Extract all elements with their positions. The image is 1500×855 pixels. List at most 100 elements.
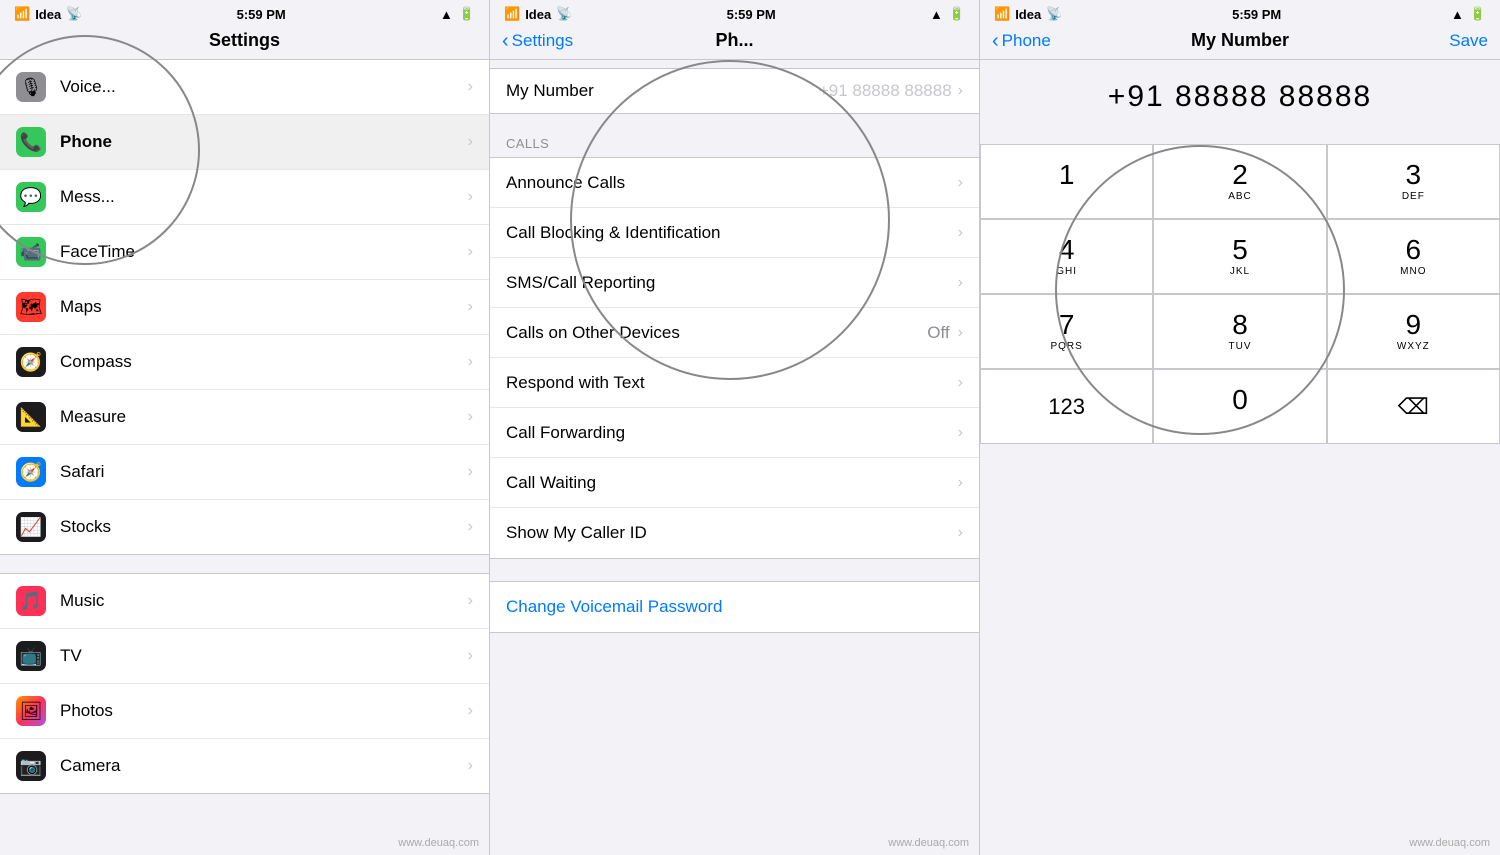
key-letters-3: DEF — [1402, 191, 1425, 203]
measure-chevron: › — [468, 408, 473, 426]
battery-icon-right: 🔋 — [1470, 6, 1486, 22]
settings-row-tv[interactable]: 📺 TV › — [0, 629, 489, 684]
maps-chevron: › — [468, 298, 473, 316]
safari-chevron: › — [468, 463, 473, 481]
nav-back-mid[interactable]: ‹ Settings — [502, 31, 573, 51]
photos-label: Photos — [60, 701, 468, 721]
call-forwarding-row[interactable]: Call Forwarding › — [490, 408, 979, 458]
calls-other-devices-row[interactable]: Calls on Other Devices Off › — [490, 308, 979, 358]
status-left: 📶 Idea 📡 — [14, 6, 82, 22]
phone-number-input[interactable] — [980, 80, 1500, 114]
nav-bar-mid: ‹ Settings Ph... — [490, 26, 979, 60]
save-button[interactable]: Save — [1449, 31, 1488, 51]
nav-back-right[interactable]: ‹ Phone — [992, 31, 1051, 51]
voicemail-group: Change Voicemail Password — [490, 581, 979, 633]
settings-row-messages[interactable]: 💬 Mess... › — [0, 170, 489, 225]
settings-row-photos[interactable]: 🖼 Photos › — [0, 684, 489, 739]
dialpad-key-123[interactable]: 123 — [980, 369, 1153, 444]
key-digit-3: 3 — [1406, 160, 1422, 191]
camera-chevron: › — [468, 757, 473, 775]
camera-icon: 📷 — [16, 751, 46, 781]
stocks-chevron: › — [468, 518, 473, 536]
show-caller-id-row[interactable]: Show My Caller ID › — [490, 508, 979, 558]
sms-reporting-chevron: › — [958, 274, 963, 292]
my-number-row[interactable]: My Number +91 88888 88888 › — [490, 68, 979, 114]
key-digit-7: 7 — [1059, 310, 1075, 341]
call-waiting-row[interactable]: Call Waiting › — [490, 458, 979, 508]
safari-label: Safari — [60, 462, 468, 482]
photos-chevron: › — [468, 702, 473, 720]
mid-panel: 📶 Idea 📡 5:59 PM ▲ 🔋 ‹ Settings Ph... My… — [490, 0, 980, 855]
settings-row-safari[interactable]: 🧭 Safari › — [0, 445, 489, 500]
watermark-mid: www.deuaq.com — [888, 837, 969, 849]
settings-row-music[interactable]: 🎵 Music › — [0, 574, 489, 629]
signal-icon-mid: 📶 — [504, 6, 520, 22]
dialpad-key-9[interactable]: 9 WXYZ — [1327, 294, 1500, 369]
location-icon-right: ▲ — [1451, 7, 1464, 22]
voicemail-section: Change Voicemail Password — [490, 581, 979, 633]
dialpad-key-8[interactable]: 8 TUV — [1153, 294, 1326, 369]
my-number-chevron: › — [958, 82, 963, 100]
call-blocking-label: Call Blocking & Identification — [506, 223, 958, 243]
key-digit-2: 2 — [1232, 160, 1248, 191]
status-right-mid: ▲ 🔋 — [930, 6, 965, 22]
back-label-mid: Settings — [512, 31, 573, 51]
right-panel: 📶 Idea 📡 5:59 PM ▲ 🔋 ‹ Phone My Number S… — [980, 0, 1500, 855]
battery-icon-left: 🔋 — [459, 6, 475, 22]
settings-row-voice[interactable]: 🎙 Voice... › — [0, 60, 489, 115]
respond-text-chevron: › — [958, 374, 963, 392]
announce-calls-row[interactable]: Announce Calls › — [490, 158, 979, 208]
dialpad-key-3[interactable]: 3 DEF — [1327, 144, 1500, 219]
settings-row-maps[interactable]: 🗺 Maps › — [0, 280, 489, 335]
nav-title-right: My Number — [1191, 30, 1289, 51]
my-number-label: My Number — [506, 81, 819, 101]
settings-row-facetime[interactable]: 📹 FaceTime › — [0, 225, 489, 280]
key-digit-9: 9 — [1406, 310, 1422, 341]
carrier-mid: Idea — [525, 7, 551, 22]
status-left-right: 📶 Idea 📡 — [994, 6, 1062, 22]
voice-label: Voice... — [60, 77, 468, 97]
show-caller-id-label: Show My Caller ID — [506, 523, 958, 543]
settings-group-2: 🎵 Music › 📺 TV › 🖼 Photos › 📷 Camera › — [0, 573, 489, 794]
dialpad-key-6[interactable]: 6 MNO — [1327, 219, 1500, 294]
stocks-icon: 📈 — [16, 512, 46, 542]
key-digit-6: 6 — [1406, 235, 1422, 266]
key-digit-1: 1 — [1059, 160, 1075, 191]
key-digit-5: 5 — [1232, 235, 1248, 266]
announce-calls-label: Announce Calls — [506, 173, 958, 193]
dialpad-row-3: 7 PQRS 8 TUV 9 WXYZ — [980, 294, 1500, 369]
voicemail-row[interactable]: Change Voicemail Password — [490, 582, 979, 632]
dialpad-key-4[interactable]: 4 GHI — [980, 219, 1153, 294]
dialpad-key-0[interactable]: 0 — [1153, 369, 1326, 444]
settings-group-1: 🎙 Voice... › 📞 Phone › 💬 Mess... › 📹 Fac… — [0, 60, 489, 555]
dialpad-key-5[interactable]: 5 JKL — [1153, 219, 1326, 294]
messages-label: Mess... — [60, 187, 468, 207]
dialpad-key-2[interactable]: 2 ABC — [1153, 144, 1326, 219]
number-display-area — [980, 60, 1500, 124]
respond-text-row[interactable]: Respond with Text › — [490, 358, 979, 408]
dialpad-key-7[interactable]: 7 PQRS — [980, 294, 1153, 369]
dialpad-key-backspace[interactable]: ⌫ — [1327, 369, 1500, 444]
settings-row-phone[interactable]: 📞 Phone › — [0, 115, 489, 170]
sms-reporting-row[interactable]: SMS/Call Reporting › — [490, 258, 979, 308]
dialpad-row-2: 4 GHI 5 JKL 6 MNO — [980, 219, 1500, 294]
settings-row-camera[interactable]: 📷 Camera › — [0, 739, 489, 793]
settings-row-measure[interactable]: 📐 Measure › — [0, 390, 489, 445]
facetime-icon: 📹 — [16, 237, 46, 267]
backspace-icon: ⌫ — [1398, 394, 1429, 420]
location-icon-mid: ▲ — [930, 7, 943, 22]
key-letters-9: WXYZ — [1397, 341, 1430, 353]
dialpad-row-4: 123 0 ⌫ — [980, 369, 1500, 444]
voice-chevron: › — [468, 78, 473, 96]
time-mid: 5:59 PM — [727, 7, 776, 22]
nav-bar-right: ‹ Phone My Number Save — [980, 26, 1500, 60]
stocks-label: Stocks — [60, 517, 468, 537]
key-letters-5: JKL — [1230, 266, 1250, 278]
call-blocking-row[interactable]: Call Blocking & Identification › — [490, 208, 979, 258]
measure-label: Measure — [60, 407, 468, 427]
back-chevron-right: ‹ — [992, 31, 999, 51]
dialpad-key-1[interactable]: 1 — [980, 144, 1153, 219]
settings-row-compass[interactable]: 🧭 Compass › — [0, 335, 489, 390]
settings-row-stocks[interactable]: 📈 Stocks › — [0, 500, 489, 554]
key-special-123: 123 — [1048, 394, 1085, 420]
